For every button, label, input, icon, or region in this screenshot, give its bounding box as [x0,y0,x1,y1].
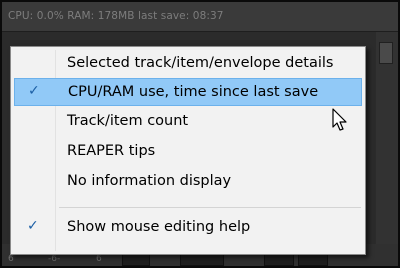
menu-item-label: CPU/RAM use, time since last save [68,84,319,100]
menu-item-show-mouse-editing-help[interactable]: ✓ Show mouse editing help [14,214,362,242]
checkmark-icon: ✓ [28,83,40,99]
menu-item-reaper-tips[interactable]: REAPER tips [14,138,362,166]
menu-item-label: Show mouse editing help [67,219,251,235]
track-number: -6- [48,254,61,264]
menu-item-label: Track/item count [67,113,189,129]
menu-item-cpu-ram-use[interactable]: ✓ CPU/RAM use, time since last save [14,78,362,106]
track-number: 6 [8,254,14,264]
scroll-handle[interactable] [379,42,393,64]
track-block [298,254,328,266]
info-display-context-menu: Selected track/item/envelope details ✓ C… [10,46,366,255]
track-block [180,254,224,266]
menu-item-track-item-count[interactable]: Track/item count [14,108,362,136]
track-block [122,254,150,266]
checkmark-icon: ✓ [27,218,39,234]
menu-item-label: No information display [67,173,232,189]
right-panel [376,32,398,266]
menu-item-selected-details[interactable]: Selected track/item/envelope details [14,50,362,78]
track-block [264,254,294,266]
mouse-pointer-icon [332,108,347,131]
menu-separator [59,207,361,208]
info-bar[interactable]: CPU: 0.0% RAM: 178MB last save: 08:37 [2,2,398,32]
menu-item-no-info-display[interactable]: No information display [14,168,362,196]
menu-item-label: Selected track/item/envelope details [67,55,334,71]
menu-item-label: REAPER tips [67,143,156,159]
info-text: CPU: 0.0% RAM: 178MB last save: 08:37 [8,10,224,22]
track-number: 6 [96,254,102,264]
